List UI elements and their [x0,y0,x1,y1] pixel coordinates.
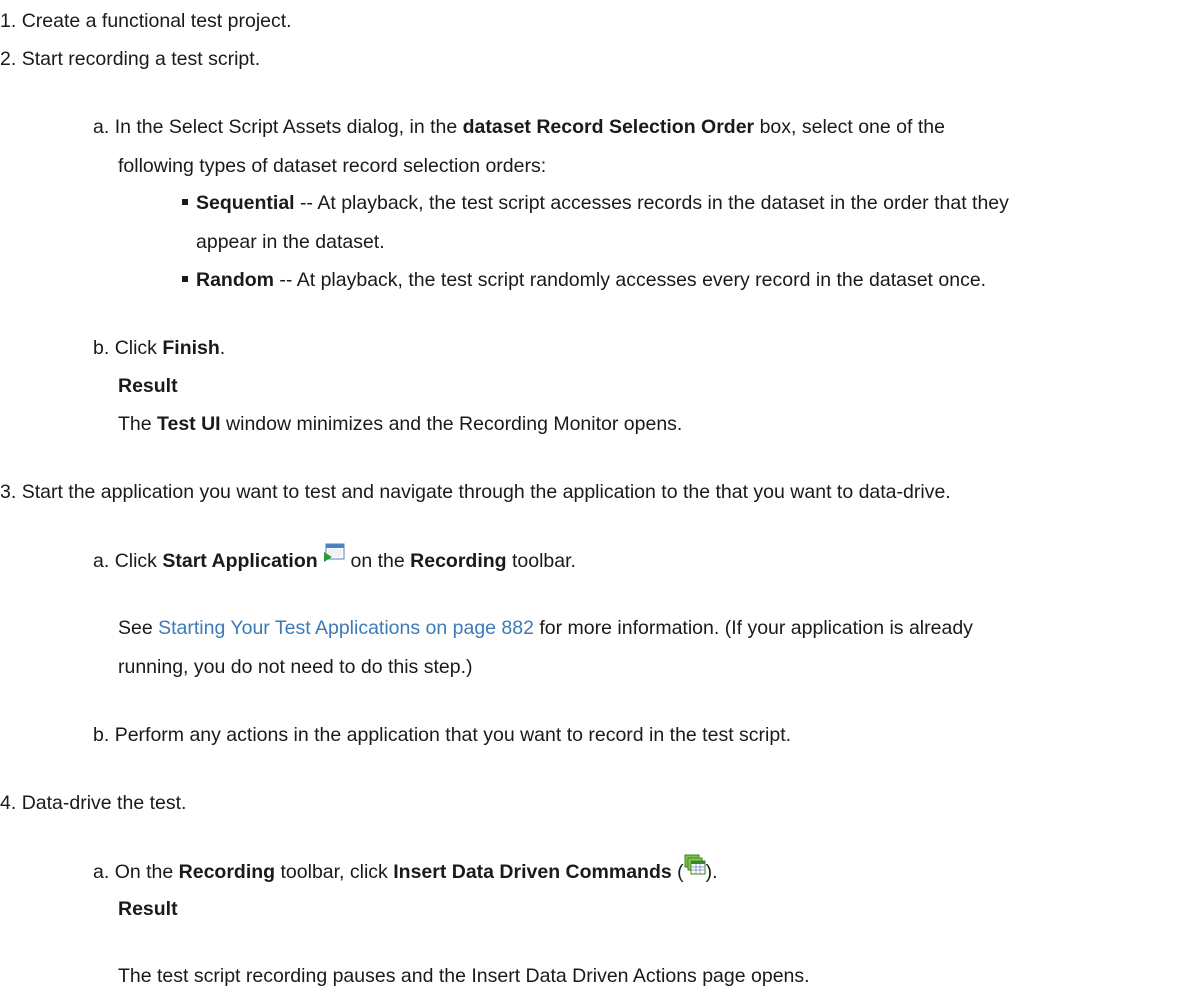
text: window minimizes and the Recording Monit… [220,413,683,435]
bullet-marker [182,275,188,282]
test-ui-term: Test UI [157,413,221,435]
substep-2b: b. Click Finish. [93,334,225,363]
step-number: 4. [0,792,17,814]
step-text: Data-drive the test. [21,792,187,814]
bullet-text: -- At playback, the test script randomly… [274,269,987,291]
substep-3b: b. Perform any actions in the applicatio… [93,721,791,750]
bullet-marker [182,198,188,205]
text: toolbar, click [275,860,394,883]
step-2: 2. Start recording a test script. [0,45,260,74]
result-text: The test script recording pauses and the… [118,965,810,987]
text: . [219,337,226,359]
step-number: 3. [0,481,17,503]
start-application-icon [323,543,345,574]
text: In the Select Script Assets dialog, in t… [114,116,463,138]
step-1: 1. Create a functional test project. [0,7,292,36]
bullet-text: -- At playback, the test script accesses… [294,192,1009,214]
insert-data-driven-commands-icon [684,854,706,885]
text: ). [705,860,718,883]
text: Click [114,337,163,359]
step-text: Create a functional test project. [21,10,292,32]
step-text: Start the application you want to test a… [21,481,951,503]
bullet-sequential: Sequential -- At playback, the test scri… [182,189,1009,218]
dataset-record-selection-order: dataset Record Selection Order [462,116,755,138]
bullet-term: Sequential [196,192,295,214]
text: toolbar. [506,549,576,572]
finish-term: Finish [162,337,220,359]
step-text: Start recording a test script. [21,48,261,70]
starting-test-applications-link[interactable]: Starting Your Test Applications on page … [158,617,534,639]
text: ( [671,860,684,883]
substep-label: b. [93,337,110,359]
substep-3a: a. Click Start Application on the Record… [93,543,576,577]
start-application-term: Start Application [162,549,318,572]
bullet-sequential-cont: appear in the dataset. [196,231,385,253]
result-heading: Result [118,375,178,397]
text: Click [114,549,163,572]
substep-label: a. [93,549,110,572]
step-4: 4. Data-drive the test. [0,789,186,818]
step-3: 3. Start the application you want to tes… [0,478,951,507]
result-heading: Result [118,898,178,920]
text: on the [345,549,411,572]
see-also-cont: running, you do not need to do this step… [118,656,473,678]
substep-4a: a. On the Recording toolbar, click Inser… [93,854,718,888]
substep-label: a. [93,860,110,883]
substep-label: b. [93,724,110,746]
substep-2a: a. In the Select Script Assets dialog, i… [93,113,945,142]
step-number: 2. [0,48,17,70]
bullet-term: Random [196,269,274,291]
see-also: See Starting Your Test Applications on p… [118,614,973,643]
text: The [118,413,158,435]
text: On the [114,860,179,883]
result-text: The Test UI window minimizes and the Rec… [118,410,682,439]
recording-term: Recording [178,860,276,883]
bullet-random: Random -- At playback, the test script r… [182,266,986,295]
substep-label: a. [93,116,110,138]
text: for more information. (If your applicati… [533,617,973,639]
recording-term: Recording [410,549,507,572]
text: box, select one of the [754,116,945,138]
text: Perform any actions in the application t… [114,724,792,746]
insert-data-driven-commands-term: Insert Data Driven Commands [393,860,672,883]
text: See [118,617,159,639]
step-number: 1. [0,10,17,32]
substep-2a-cont: following types of dataset record select… [118,155,547,177]
